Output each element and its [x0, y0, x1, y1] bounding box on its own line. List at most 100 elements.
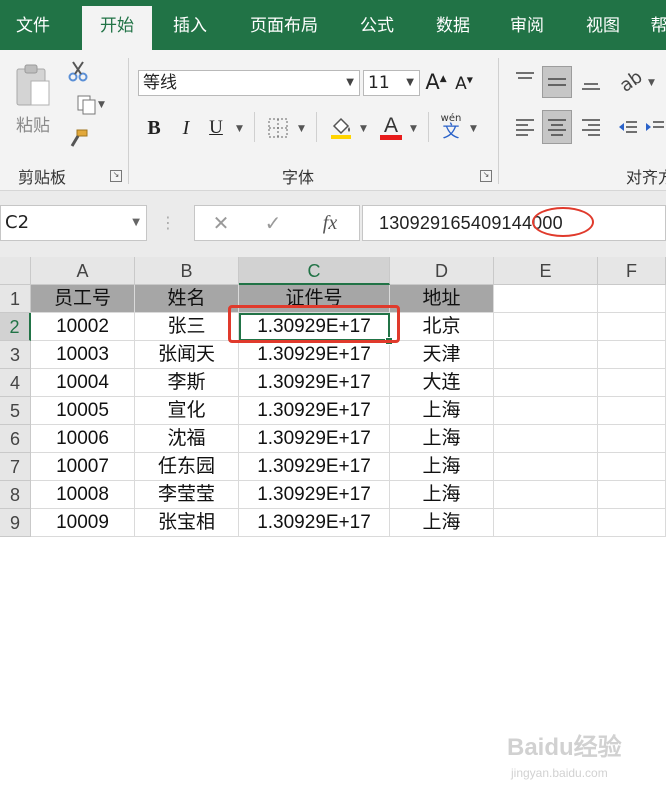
- table-cell[interactable]: [598, 369, 666, 397]
- table-cell[interactable]: 1.30929E+17: [239, 481, 390, 509]
- font-name-select[interactable]: 等线 ▼: [138, 70, 360, 96]
- formula-input[interactable]: 130929165409144000: [362, 205, 666, 241]
- chevron-down-icon[interactable]: ▼: [470, 124, 477, 134]
- font-color-button[interactable]: A: [376, 112, 406, 142]
- table-cell[interactable]: 天津: [390, 341, 494, 369]
- column-header-f[interactable]: F: [598, 257, 666, 285]
- cut-button[interactable]: [64, 58, 92, 84]
- row-header-7[interactable]: 7: [0, 453, 31, 481]
- increase-font-size-button[interactable]: A▲: [424, 68, 448, 96]
- table-cell[interactable]: [494, 313, 598, 341]
- formula-bar-grip-icon[interactable]: ⋮: [160, 205, 176, 241]
- table-cell[interactable]: 10003: [31, 341, 135, 369]
- header-cell[interactable]: 姓名: [135, 285, 239, 313]
- table-cell[interactable]: 1.30929E+17: [239, 453, 390, 481]
- tab-home[interactable]: 开始: [82, 6, 152, 50]
- column-header-b[interactable]: B: [135, 257, 239, 285]
- header-cell[interactable]: 证件号: [239, 285, 390, 313]
- insert-function-button[interactable]: fx: [312, 205, 348, 241]
- table-cell[interactable]: [494, 481, 598, 509]
- table-cell[interactable]: 上海: [390, 481, 494, 509]
- font-size-select[interactable]: 11 ▼: [363, 70, 420, 96]
- align-left-button[interactable]: [510, 112, 540, 142]
- bold-button[interactable]: B: [142, 114, 166, 142]
- table-cell[interactable]: 10004: [31, 369, 135, 397]
- underline-button[interactable]: U: [204, 114, 228, 142]
- column-header-e[interactable]: E: [494, 257, 598, 285]
- bottom-align-button[interactable]: [576, 66, 606, 96]
- tab-help[interactable]: 帮: [644, 0, 666, 50]
- table-cell[interactable]: 张宝相: [135, 509, 239, 537]
- table-cell[interactable]: 1.30929E+17: [239, 397, 390, 425]
- table-cell[interactable]: 10002: [31, 313, 135, 341]
- tab-view[interactable]: 视图: [572, 0, 634, 50]
- table-cell[interactable]: 10009: [31, 509, 135, 537]
- name-box[interactable]: C2 ▼: [0, 205, 147, 241]
- table-cell[interactable]: [598, 425, 666, 453]
- row-header-9[interactable]: 9: [0, 509, 31, 537]
- tab-formulas[interactable]: 公式: [346, 0, 408, 50]
- table-cell[interactable]: [494, 453, 598, 481]
- format-painter-button[interactable]: [64, 126, 92, 152]
- paste-button[interactable]: 粘贴: [8, 58, 58, 140]
- table-cell[interactable]: 任东园: [135, 453, 239, 481]
- orientation-button[interactable]: ab: [616, 66, 646, 96]
- table-cell[interactable]: [598, 397, 666, 425]
- row-header-4[interactable]: 4: [0, 369, 31, 397]
- table-cell[interactable]: 1.30929E+17: [239, 369, 390, 397]
- table-cell[interactable]: 李斯: [135, 369, 239, 397]
- phonetic-guide-button[interactable]: wén 文: [436, 110, 466, 144]
- cancel-button[interactable]: ✕: [204, 205, 238, 241]
- table-cell[interactable]: [494, 397, 598, 425]
- row-header-1[interactable]: 1: [0, 285, 31, 313]
- table-cell[interactable]: 10008: [31, 481, 135, 509]
- copy-button[interactable]: ▼: [64, 92, 108, 118]
- chevron-down-icon[interactable]: ▼: [360, 124, 367, 134]
- row-header-8[interactable]: 8: [0, 481, 31, 509]
- table-cell[interactable]: [494, 341, 598, 369]
- tab-review[interactable]: 审阅: [496, 0, 558, 50]
- tab-page-layout[interactable]: 页面布局: [236, 0, 332, 50]
- table-cell[interactable]: [598, 509, 666, 537]
- tab-insert[interactable]: 插入: [160, 0, 220, 50]
- tab-data[interactable]: 数据: [422, 0, 484, 50]
- table-cell[interactable]: 1.30929E+17: [239, 509, 390, 537]
- chevron-down-icon[interactable]: ▼: [648, 78, 655, 88]
- table-cell[interactable]: [494, 509, 598, 537]
- chevron-down-icon[interactable]: ▼: [236, 124, 243, 134]
- table-cell[interactable]: 1.30929E+17: [239, 425, 390, 453]
- table-cell[interactable]: 1.30929E+17: [239, 341, 390, 369]
- fill-color-button[interactable]: [326, 112, 356, 142]
- table-cell[interactable]: 大连: [390, 369, 494, 397]
- table-cell[interactable]: 沈福: [135, 425, 239, 453]
- column-header-c[interactable]: C: [239, 257, 390, 285]
- clipboard-launcher-icon[interactable]: ↘: [110, 170, 122, 182]
- font-launcher-icon[interactable]: ↘: [480, 170, 492, 182]
- table-cell[interactable]: 10006: [31, 425, 135, 453]
- column-header-d[interactable]: D: [390, 257, 494, 285]
- italic-button[interactable]: I: [174, 114, 198, 142]
- borders-button[interactable]: [264, 114, 292, 142]
- table-cell[interactable]: [598, 313, 666, 341]
- table-cell[interactable]: [598, 481, 666, 509]
- table-cell[interactable]: 上海: [390, 425, 494, 453]
- row-header-3[interactable]: 3: [0, 341, 31, 369]
- table-cell[interactable]: 上海: [390, 397, 494, 425]
- decrease-indent-button[interactable]: [614, 112, 642, 142]
- table-cell[interactable]: 上海: [390, 453, 494, 481]
- header-cell[interactable]: 地址: [390, 285, 494, 313]
- middle-align-button[interactable]: [542, 66, 572, 98]
- table-cell[interactable]: 北京: [390, 313, 494, 341]
- header-cell[interactable]: 员工号: [31, 285, 135, 313]
- table-cell[interactable]: [598, 341, 666, 369]
- header-cell[interactable]: [494, 285, 598, 313]
- top-align-button[interactable]: [510, 66, 540, 96]
- tab-file[interactable]: 文件: [0, 0, 66, 50]
- row-header-6[interactable]: 6: [0, 425, 31, 453]
- table-cell[interactable]: 李莹莹: [135, 481, 239, 509]
- chevron-down-icon[interactable]: ▼: [410, 124, 417, 134]
- chevron-down-icon[interactable]: ▼: [298, 124, 305, 134]
- table-cell[interactable]: 上海: [390, 509, 494, 537]
- row-header-2[interactable]: 2: [0, 313, 31, 341]
- increase-indent-button[interactable]: [644, 112, 666, 142]
